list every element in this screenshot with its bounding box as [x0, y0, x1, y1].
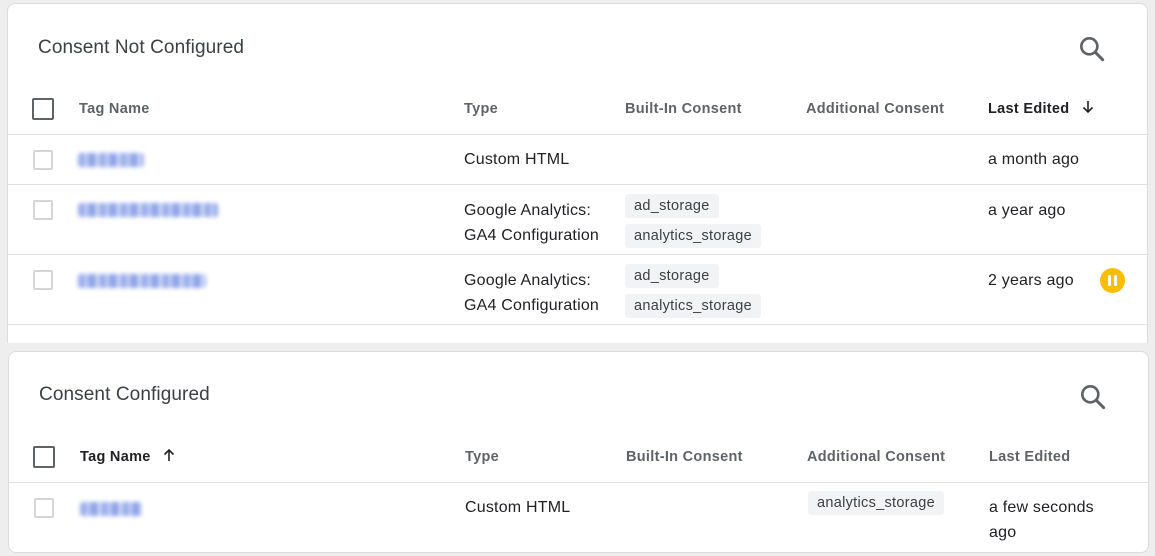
search-icon [1081, 385, 1106, 410]
arrow-up-icon [163, 449, 175, 462]
tag-type: Custom HTML [465, 499, 571, 516]
select-all-checkbox[interactable] [33, 446, 55, 468]
last-edited-line-2: ago [989, 524, 1017, 541]
column-header-last-edited[interactable]: Last Edited [989, 432, 1070, 482]
table-header: Tag Name Type Built-In Consent Additiona… [8, 84, 1147, 135]
column-header-built-in-consent[interactable]: Built-In Consent [625, 84, 742, 134]
row-checkbox[interactable] [34, 498, 54, 518]
tag-name-link[interactable] [78, 153, 144, 167]
column-header-tag-name[interactable]: Tag Name [79, 84, 150, 134]
consent-chip: analytics_storage [625, 294, 761, 318]
column-header-label: Tag Name [80, 449, 151, 465]
table-header: Tag Name Type Built-In Consent Additiona… [9, 432, 1148, 483]
search-icon [1080, 36, 1105, 62]
table-row[interactable]: Google Analytics: GA4 Configuration ad_s… [8, 185, 1147, 255]
column-header-built-in-consent[interactable]: Built-In Consent [626, 432, 743, 482]
column-header-additional-consent[interactable]: Additional Consent [807, 432, 945, 482]
column-header-label: Last Edited [988, 101, 1070, 117]
consent-chip: ad_storage [625, 264, 719, 288]
tag-type-line-1: Google Analytics: [464, 272, 592, 289]
row-checkbox[interactable] [33, 150, 53, 170]
last-edited: a year ago [988, 202, 1066, 219]
select-all-checkbox[interactable] [32, 98, 54, 120]
last-edited: a month ago [988, 151, 1080, 168]
table-row[interactable]: Custom HTML analytics_storage a few seco… [9, 483, 1148, 552]
consent-chip: ad_storage [625, 194, 719, 218]
tag-type-line-2: GA4 Configuration [464, 297, 600, 314]
tag-name-link[interactable] [80, 502, 142, 516]
column-header-type[interactable]: Type [465, 432, 499, 482]
search-button[interactable] [1076, 33, 1108, 65]
row-checkbox[interactable] [33, 200, 53, 220]
consent-chip: analytics_storage [808, 491, 944, 515]
paused-icon[interactable] [1100, 268, 1125, 293]
table-row[interactable]: Custom HTML a month ago [8, 135, 1147, 185]
column-header-last-edited[interactable]: Last Edited [988, 84, 1096, 134]
card-title: Consent Not Configured [38, 37, 245, 58]
tag-name-link[interactable] [78, 203, 218, 217]
card-title: Consent Configured [39, 384, 210, 405]
consent-configured-card: Consent Configured Tag Name Type Built-I… [8, 351, 1149, 553]
column-header-type[interactable]: Type [464, 84, 498, 134]
row-checkbox[interactable] [33, 270, 53, 290]
consent-chip: analytics_storage [625, 224, 761, 248]
tag-type-line-1: Google Analytics: [464, 202, 592, 219]
table-row[interactable]: Google Analytics: GA4 Configuration ad_s… [8, 255, 1147, 325]
consent-not-configured-card: Consent Not Configured Tag Name Type Bui… [7, 3, 1148, 343]
tag-type-line-2: GA4 Configuration [464, 227, 600, 244]
tag-type: Custom HTML [464, 151, 570, 168]
search-button[interactable] [1077, 381, 1109, 413]
column-header-additional-consent[interactable]: Additional Consent [806, 84, 944, 134]
last-edited: 2 years ago [988, 272, 1074, 289]
tag-name-link[interactable] [78, 274, 206, 288]
column-header-tag-name[interactable]: Tag Name [80, 432, 177, 482]
last-edited-line-1: a few seconds [989, 499, 1094, 516]
arrow-down-icon [1082, 101, 1093, 114]
